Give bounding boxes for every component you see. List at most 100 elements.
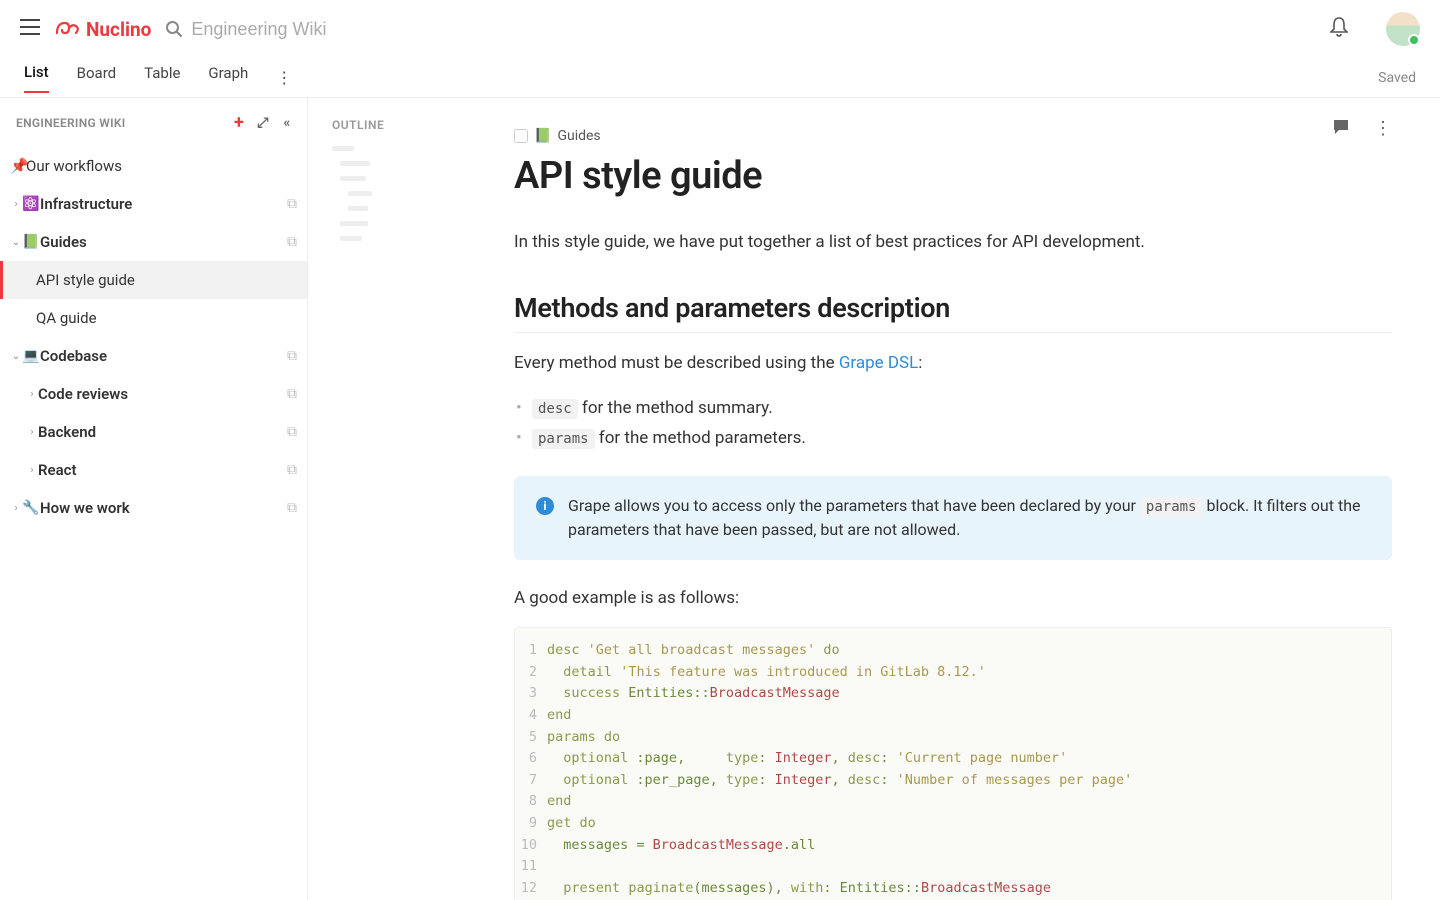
- copy-icon[interactable]: ⧉: [287, 348, 297, 364]
- chevron-icon[interactable]: ›: [26, 427, 38, 438]
- line-number: 1: [515, 640, 547, 662]
- expand-icon[interactable]: ⤢: [251, 115, 275, 131]
- tree-row[interactable]: ›React⧉: [0, 451, 307, 489]
- copy-icon[interactable]: ⧉: [287, 500, 297, 516]
- breadcrumb-label: Guides: [557, 128, 600, 144]
- breadcrumb-emoji: 📗: [534, 128, 551, 144]
- view-tab-list[interactable]: List: [24, 63, 49, 93]
- inline-code: params: [532, 429, 595, 449]
- line-number: 3: [515, 683, 547, 705]
- doc-bullets[interactable]: desc for the method summary.params for t…: [514, 393, 1392, 454]
- view-tab-graph[interactable]: Graph: [208, 64, 248, 92]
- header: Nuclino: [0, 0, 1440, 58]
- code-line: end: [547, 705, 571, 727]
- code-line: end: [547, 791, 571, 813]
- view-tabs: List Board Table Graph ⋮ Saved: [0, 58, 1440, 98]
- grape-dsl-link[interactable]: Grape DSL: [839, 353, 918, 373]
- collapse-sidebar-icon[interactable]: «: [275, 115, 299, 131]
- bullet-item[interactable]: params for the method parameters.: [532, 423, 1392, 454]
- tree-label: Our workflows: [26, 157, 297, 175]
- tree-label: API style guide: [36, 271, 297, 289]
- copy-icon[interactable]: ⧉: [287, 196, 297, 212]
- pin-icon: 📌: [10, 157, 26, 175]
- search-icon: [165, 20, 183, 38]
- line-number: 8: [515, 791, 547, 813]
- chevron-icon[interactable]: ›: [26, 465, 38, 476]
- view-tab-board[interactable]: Board: [77, 64, 116, 92]
- comments-icon[interactable]: [1332, 118, 1350, 141]
- doc-title[interactable]: API style guide: [514, 154, 1392, 198]
- outline-skeleton: [332, 146, 488, 241]
- doc-codeblock[interactable]: 1desc 'Get all broadcast messages' do2 d…: [514, 627, 1392, 900]
- copy-icon[interactable]: ⧉: [287, 234, 297, 250]
- tree-label: Infrastructure: [40, 195, 287, 213]
- outline-title: OUTLINE: [332, 118, 488, 132]
- tree-row[interactable]: QA guide: [0, 299, 307, 337]
- code-line: desc 'Get all broadcast messages' do: [547, 640, 840, 662]
- code-line: optional :page, type: Integer, desc: 'Cu…: [547, 748, 1067, 770]
- tree-row[interactable]: API style guide: [0, 261, 307, 299]
- copy-icon[interactable]: ⧉: [287, 424, 297, 440]
- sidebar-tree: 📌Our workflows›⚛️Infrastructure⧉⌄📗Guides…: [0, 147, 307, 527]
- line-number: 7: [515, 770, 547, 792]
- tree-emoji: ⚛️: [22, 196, 40, 212]
- chevron-icon[interactable]: ⌄: [10, 351, 22, 362]
- tree-row[interactable]: ›Backend⧉: [0, 413, 307, 451]
- tree-emoji: 💻: [22, 348, 40, 364]
- copy-icon[interactable]: ⧉: [287, 462, 297, 478]
- chevron-icon[interactable]: ›: [10, 199, 22, 210]
- search[interactable]: [165, 19, 471, 40]
- doc-more-icon[interactable]: ⋮: [1374, 118, 1392, 141]
- view-tab-table[interactable]: Table: [144, 64, 180, 92]
- tree-label: Backend: [38, 423, 287, 441]
- code-line: present paginate(messages), with: Entiti…: [547, 878, 1051, 900]
- sidebar-header: ENGINEERING WIKI + ⤢ «: [0, 98, 307, 147]
- line-number: 12: [515, 878, 547, 900]
- tree-emoji: 📗: [22, 234, 40, 250]
- chevron-icon[interactable]: ›: [26, 389, 38, 400]
- line-number: 2: [515, 662, 547, 684]
- line-number: 5: [515, 727, 547, 749]
- tree-row[interactable]: ›⚛️Infrastructure⧉: [0, 185, 307, 223]
- code-line: success Entities::BroadcastMessage: [547, 683, 840, 705]
- avatar[interactable]: [1386, 12, 1420, 46]
- doc-callout[interactable]: i Grape allows you to access only the pa…: [514, 476, 1392, 560]
- menu-icon[interactable]: [20, 19, 40, 39]
- doc-para-1[interactable]: Every method must be described using the…: [514, 351, 1392, 377]
- sidebar: ENGINEERING WIKI + ⤢ « 📌Our workflows›⚛️…: [0, 98, 308, 900]
- breadcrumb[interactable]: 📗 Guides: [514, 128, 1392, 144]
- doc-para-2[interactable]: A good example is as follows:: [514, 586, 1392, 612]
- tree-row[interactable]: ⌄💻Codebase⧉: [0, 337, 307, 375]
- tabs-more-icon[interactable]: ⋮: [276, 68, 292, 87]
- doc-actions: ⋮: [1332, 118, 1392, 141]
- line-number: 4: [515, 705, 547, 727]
- tree-row[interactable]: 📌Our workflows: [0, 147, 307, 185]
- code-line: messages = BroadcastMessage.all: [547, 835, 815, 857]
- chevron-icon[interactable]: ⌄: [10, 237, 22, 248]
- tree-label: How we work: [40, 499, 287, 517]
- notifications-icon[interactable]: [1330, 17, 1348, 41]
- breadcrumb-checkbox-icon[interactable]: [514, 129, 528, 143]
- tree-row[interactable]: ›Code reviews⧉: [0, 375, 307, 413]
- code-line: params do: [547, 727, 620, 749]
- saved-indicator: Saved: [1378, 70, 1416, 86]
- code-line: detail 'This feature was introduced in G…: [547, 662, 986, 684]
- doc-h2[interactable]: Methods and parameters description: [514, 292, 1392, 333]
- document: ⋮ 📗 Guides API style guide In this style…: [488, 98, 1440, 900]
- code-line: get do: [547, 813, 596, 835]
- bullet-item[interactable]: desc for the method summary.: [532, 393, 1392, 424]
- line-number: 6: [515, 748, 547, 770]
- tree-row[interactable]: ›🔧How we work⧉: [0, 489, 307, 527]
- chevron-icon[interactable]: ›: [10, 503, 22, 514]
- line-number: 11: [515, 856, 547, 878]
- callout-code: params: [1140, 497, 1203, 517]
- add-page-icon[interactable]: +: [227, 112, 251, 133]
- line-number: 10: [515, 835, 547, 857]
- info-icon: i: [536, 497, 554, 515]
- tree-label: QA guide: [36, 309, 297, 327]
- doc-intro[interactable]: In this style guide, we have put togethe…: [514, 232, 1392, 252]
- tree-row[interactable]: ⌄📗Guides⧉: [0, 223, 307, 261]
- search-input[interactable]: [191, 19, 471, 40]
- app-logo[interactable]: Nuclino: [54, 18, 151, 41]
- copy-icon[interactable]: ⧉: [287, 386, 297, 402]
